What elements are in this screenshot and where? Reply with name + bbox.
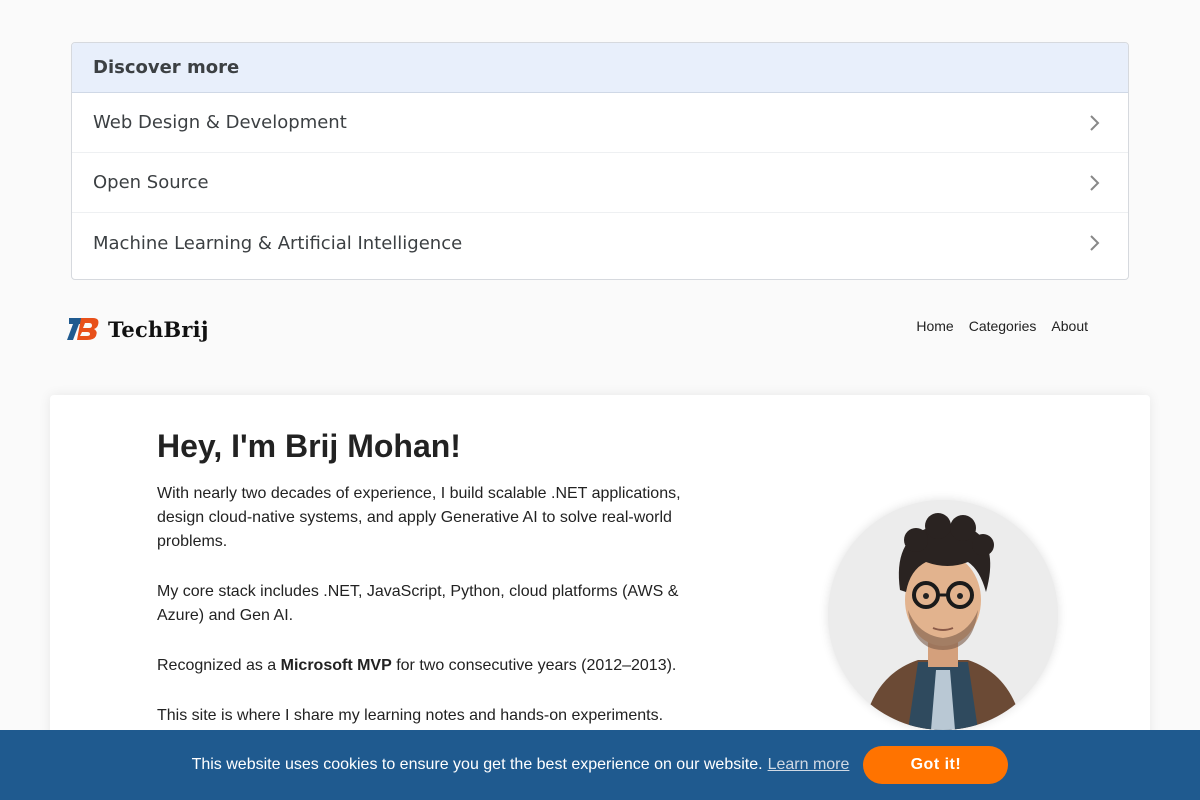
nav-about[interactable]: About <box>1051 318 1088 334</box>
intro-paragraph: My core stack includes .NET, JavaScript,… <box>157 583 679 624</box>
author-portrait-icon <box>828 500 1058 730</box>
discover-item-label: Web Design & Development <box>93 112 347 133</box>
intro-text: With nearly two decades of experience, I… <box>157 482 697 754</box>
cookie-banner: This website uses cookies to ensure you … <box>0 730 1200 800</box>
discover-more-panel: Discover more Web Design & Development O… <box>71 42 1129 280</box>
site-header: TechBrij Home Categories About <box>0 300 1200 358</box>
discover-item-label: Machine Learning & Artificial Intelligen… <box>93 232 463 254</box>
mvp-highlight: Microsoft MVP <box>280 657 392 674</box>
discover-item-web-design[interactable]: Web Design & Development <box>72 93 1128 153</box>
cookie-learn-more-link[interactable]: Learn more <box>768 756 850 774</box>
avatar <box>828 500 1058 730</box>
site-logo-text: TechBrij <box>108 316 209 342</box>
nav-home[interactable]: Home <box>916 318 953 334</box>
nav-categories[interactable]: Categories <box>969 318 1037 334</box>
discover-item-open-source[interactable]: Open Source <box>72 153 1128 213</box>
chevron-right-icon <box>1090 114 1100 131</box>
main-nav: Home Categories About <box>916 318 1088 334</box>
techbrij-logo-icon <box>67 318 99 340</box>
site-logo[interactable]: TechBrij <box>67 314 209 344</box>
chevron-right-icon <box>1090 235 1100 251</box>
discover-item-ml-ai[interactable]: Machine Learning & Artificial Intelligen… <box>72 213 1128 273</box>
intro-paragraph: With nearly two decades of experience, I… <box>157 485 681 550</box>
chevron-right-icon <box>1090 174 1100 191</box>
mvp-prefix: Recognized as a <box>157 657 281 674</box>
page-title: Hey, I'm Brij Mohan! <box>157 428 461 464</box>
intro-paragraph: Recognized as a Microsoft MVP for two co… <box>157 654 697 678</box>
discover-more-title: Discover more <box>72 43 1128 93</box>
cookie-accept-button[interactable]: Got it! <box>863 746 1009 784</box>
cookie-message: This website uses cookies to ensure you … <box>191 756 763 773</box>
mvp-suffix: for two consecutive years (2012–2013). <box>391 657 677 674</box>
discover-item-label: Open Source <box>93 172 209 193</box>
intro-paragraph: This site is where I share my learning n… <box>157 707 664 724</box>
